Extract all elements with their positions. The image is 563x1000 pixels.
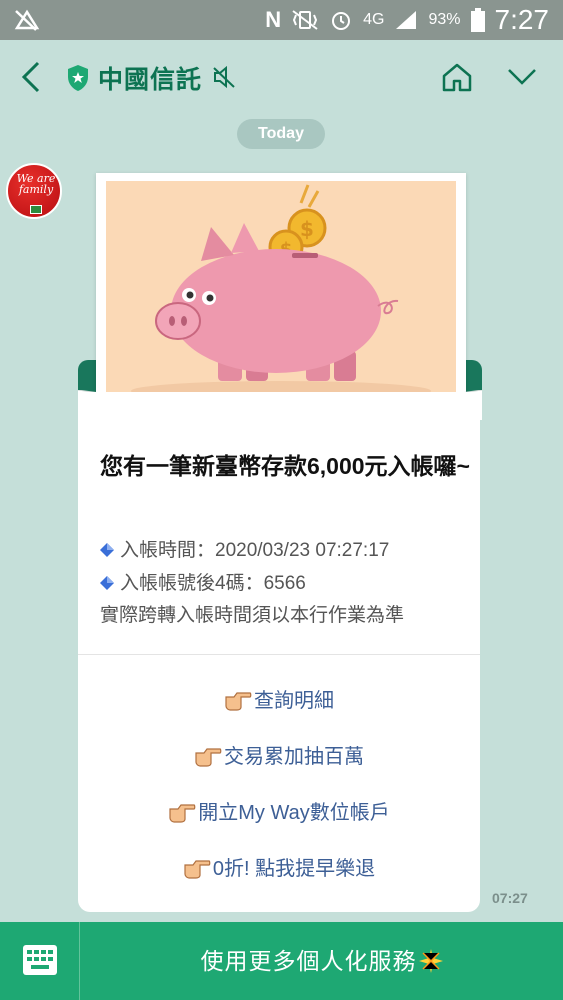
deposit-time-text: 入帳時間：2020/03/23 07:27:17 xyxy=(120,540,390,561)
link-query-details-label[interactable]: 查詢明細 xyxy=(254,690,334,712)
home-icon[interactable] xyxy=(440,60,474,94)
date-chip: Today xyxy=(237,119,325,149)
link-lucky-draw[interactable]: 交易累加抽百萬 xyxy=(78,740,480,769)
pointing-hand-icon xyxy=(169,804,196,823)
chat-header: 中國信託 xyxy=(0,40,563,114)
avatar-logo-text: We are family xyxy=(16,172,56,196)
link-query-details[interactable]: 查詢明細 xyxy=(78,684,480,713)
message-body: 您有一筆新臺幣存款6,000元入帳囉~ 入帳時間：2020/03/23 07:2… xyxy=(78,392,480,912)
info-line-account: 入帳帳號後4碼：6566 xyxy=(100,568,306,595)
app-notification-icon xyxy=(14,9,40,31)
link-retire-early[interactable]: 0折! 點我提早樂退 xyxy=(78,852,480,881)
piggy-bank-illustration: $ $ xyxy=(131,184,431,396)
chevron-down-icon[interactable] xyxy=(506,66,538,88)
nfc-icon: N xyxy=(265,7,282,32)
link-lucky-draw-label[interactable]: 交易累加抽百萬 xyxy=(224,746,364,768)
pointing-hand-icon xyxy=(225,692,252,711)
keyboard-icon xyxy=(23,945,57,975)
vibrate-icon xyxy=(292,10,318,30)
diamond-icon xyxy=(100,543,114,557)
piggy-bank-image: $ $ xyxy=(96,173,466,405)
battery-percent: 93% xyxy=(428,11,461,28)
shield-icon xyxy=(68,65,88,91)
chat-title: 中國信託 xyxy=(98,66,203,94)
info-line-note: 實際跨轉入帳時間須以本行作業為準 xyxy=(100,600,404,627)
avatar-badge xyxy=(30,205,42,214)
pointing-hand-icon xyxy=(184,860,211,879)
alarm-icon xyxy=(332,12,351,30)
bottom-bar: 使用更多個人化服務 xyxy=(0,922,563,1000)
clock: 7:27 xyxy=(494,4,550,35)
personalized-services-label[interactable]: 使用更多個人化服務 xyxy=(201,948,417,974)
network-type: 4G xyxy=(363,11,385,28)
diamond-icon xyxy=(100,576,114,590)
note-text: 實際跨轉入帳時間須以本行作業為準 xyxy=(100,605,405,626)
battery-icon xyxy=(470,8,485,32)
divider xyxy=(78,654,480,655)
account-last4-text: 入帳帳號後4碼：6566 xyxy=(120,573,306,594)
link-retire-early-label[interactable]: 0折! 點我提早樂退 xyxy=(213,858,375,880)
pointing-hand-icon xyxy=(195,748,222,767)
status-bar: N 4G 93% 7:27 xyxy=(0,0,563,40)
keyboard-toggle[interactable] xyxy=(0,922,80,1000)
personalized-services-button[interactable]: 使用更多個人化服務 xyxy=(80,922,563,1000)
message-card: $ $ xyxy=(78,170,482,912)
svg-text:$: $ xyxy=(300,217,314,241)
mute-icon xyxy=(213,65,235,89)
sparkle-icon xyxy=(418,949,443,973)
back-icon[interactable] xyxy=(18,60,46,94)
link-open-account[interactable]: 開立My Way數位帳戶 xyxy=(78,796,480,825)
info-line-time: 入帳時間：2020/03/23 07:27:17 xyxy=(100,535,389,562)
signal-icon xyxy=(396,11,417,29)
avatar[interactable]: We are family xyxy=(6,163,62,219)
message-title: 您有一筆新臺幣存款6,000元入帳囉~ xyxy=(100,453,470,479)
message-timestamp: 07:27 xyxy=(492,890,528,906)
link-open-account-label[interactable]: 開立My Way數位帳戶 xyxy=(198,802,389,824)
